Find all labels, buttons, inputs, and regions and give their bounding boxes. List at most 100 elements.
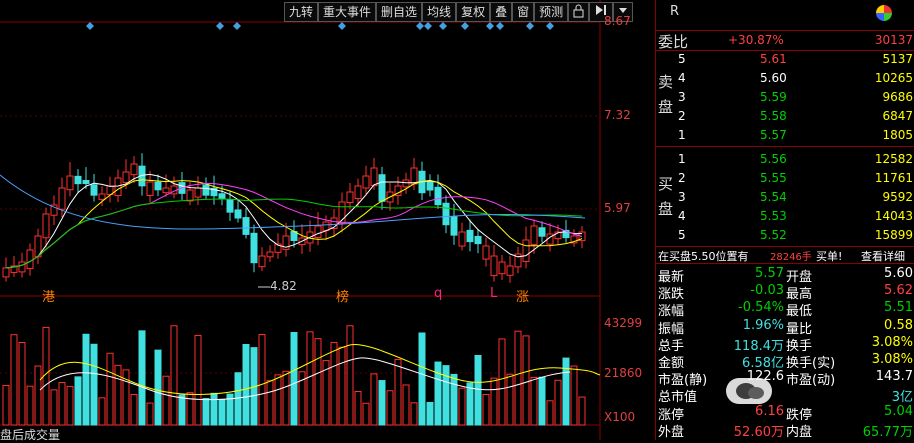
- volume-bar: [410, 402, 418, 426]
- volume-bar: [138, 330, 146, 426]
- event-diamonds: [86, 22, 554, 30]
- major-events-button[interactable]: 重大事件: [318, 2, 377, 22]
- stat-value: 65.77万: [862, 424, 913, 440]
- level-price: 5.58: [760, 109, 787, 123]
- buy-level-row[interactable]: 2 5.55 11761: [678, 169, 914, 188]
- stat-row: 最新 5.57 开盘 5.60: [656, 266, 914, 285]
- volume-bar: [74, 376, 82, 426]
- volume-bar: [218, 399, 226, 426]
- candle-body: [226, 199, 234, 213]
- event-diamond: [338, 22, 346, 30]
- volume-bar: [306, 331, 314, 426]
- candle-body: [530, 225, 538, 245]
- candle-body: [314, 225, 322, 238]
- sell-level-row[interactable]: 1 5.57 1805: [678, 126, 914, 145]
- level-volume: 12582: [874, 152, 913, 166]
- stat-value: 1.96%: [742, 317, 784, 333]
- sell-level-row[interactable]: 3 5.59 9686: [678, 88, 914, 107]
- candle-body: [474, 235, 482, 245]
- volume-bar: [130, 393, 138, 426]
- moving-average-button[interactable]: 均线: [422, 2, 457, 22]
- volume-bar: [434, 361, 442, 426]
- level-number: 5: [678, 228, 686, 242]
- stat-row: 涨停 6.16 跌停 5.04: [656, 404, 914, 423]
- volume-bar: [314, 338, 322, 426]
- kline-chart-svg[interactable]: [0, 0, 655, 440]
- notice-text-1: 在买盘5.50位置有: [658, 250, 749, 263]
- sell-level-row[interactable]: 5 5.61 5137: [678, 50, 914, 69]
- volume-bar: [458, 387, 466, 426]
- volume-bar: [162, 375, 170, 426]
- volume-bar: [370, 373, 378, 426]
- event-diamond: [233, 22, 241, 30]
- candle-body: [458, 231, 466, 247]
- candle-body: [522, 239, 530, 263]
- weibi-pct: +30.87%: [728, 33, 784, 47]
- event-diamond: [439, 22, 447, 30]
- stat-value: 52.60万: [733, 424, 784, 440]
- color-wheel-icon[interactable]: [876, 5, 892, 21]
- stat-value: 118.4万: [733, 338, 784, 354]
- level-price: 5.61: [760, 52, 787, 66]
- remove-watchlist-button[interactable]: 删自选: [376, 2, 423, 22]
- stat-label: 量比: [786, 321, 813, 337]
- view-detail-link[interactable]: 查看详细: [861, 248, 905, 264]
- stat-value: 5.60: [884, 266, 913, 281]
- sell-level-row[interactable]: 2 5.58 6847: [678, 107, 914, 126]
- event-marker[interactable]: q: [434, 286, 442, 301]
- level-price: 5.56: [760, 152, 787, 166]
- event-marker[interactable]: 港: [42, 286, 55, 305]
- level-volume: 1805: [882, 128, 913, 142]
- stat-value: 3.08%: [871, 334, 913, 350]
- candle-body: [26, 249, 34, 270]
- sell-level-row[interactable]: 4 5.60 10265: [678, 69, 914, 88]
- candle-body: [242, 217, 250, 235]
- stat-label: 最低: [786, 304, 813, 320]
- stat-row: 涨幅 -0.54% 最低 5.51: [656, 300, 914, 320]
- volume-bar: [554, 379, 562, 426]
- overlay-button[interactable]: 叠: [490, 2, 513, 22]
- candle-body: [362, 175, 370, 189]
- lock-icon[interactable]: [568, 2, 590, 22]
- volume-bar: [338, 346, 346, 426]
- volume-bar: [490, 377, 498, 426]
- adjust-price-button[interactable]: 复权: [456, 2, 491, 22]
- candle-body: [2, 267, 10, 278]
- level-price: 5.57: [760, 128, 787, 142]
- candle-body: [250, 232, 258, 264]
- level-price: 5.53: [760, 209, 787, 223]
- stat-label: 金额: [658, 356, 685, 371]
- event-marker[interactable]: 涨: [516, 286, 529, 305]
- event-marker[interactable]: 榜: [336, 286, 349, 305]
- level-price: 5.52: [760, 228, 787, 242]
- buy-level-row[interactable]: 5 5.52 15899: [678, 226, 914, 245]
- volume-bar: [58, 382, 66, 426]
- level-number: 4: [678, 209, 686, 223]
- stat-row: 金额 6.58亿 换手(实) 3.08%: [656, 352, 914, 371]
- level-price: 5.60: [760, 71, 787, 85]
- kline-chart-area[interactable]: 九转 重大事件 删自选 均线 复权 叠 窗 预测 8.67 7.32 5.97 …: [0, 0, 655, 442]
- price-axis-mid: 7.32: [604, 108, 631, 122]
- candle-body: [450, 216, 458, 236]
- window-button[interactable]: 窗: [512, 2, 535, 22]
- forecast-button[interactable]: 预测: [534, 2, 569, 22]
- event-marker[interactable]: L: [490, 286, 497, 301]
- buy-level-row[interactable]: 1 5.56 12582: [678, 150, 914, 169]
- volume-bar: [426, 401, 434, 426]
- volume-bar: [154, 349, 162, 426]
- candle-body: [42, 213, 50, 239]
- volume-bar: [570, 365, 578, 426]
- volume-bar: [418, 332, 426, 426]
- quote-panel: R 委比 +30.87% 30137 卖盘 5 5.61 5137 4 5.60 1026…: [655, 0, 914, 440]
- candle-body: [378, 174, 386, 202]
- buy-level-row[interactable]: 3 5.54 9592: [678, 188, 914, 207]
- candle-body: [370, 167, 378, 187]
- stat-value: 143.7: [875, 369, 913, 385]
- level-number: 5: [678, 52, 686, 66]
- event-diamond: [486, 22, 494, 30]
- buy-level-row[interactable]: 4 5.53 14043: [678, 207, 914, 226]
- volume-bar: [186, 392, 194, 426]
- volume-bar: [82, 333, 90, 426]
- notice-qty: 28246手: [770, 252, 812, 263]
- jiuzhuan-button[interactable]: 九转: [284, 2, 319, 22]
